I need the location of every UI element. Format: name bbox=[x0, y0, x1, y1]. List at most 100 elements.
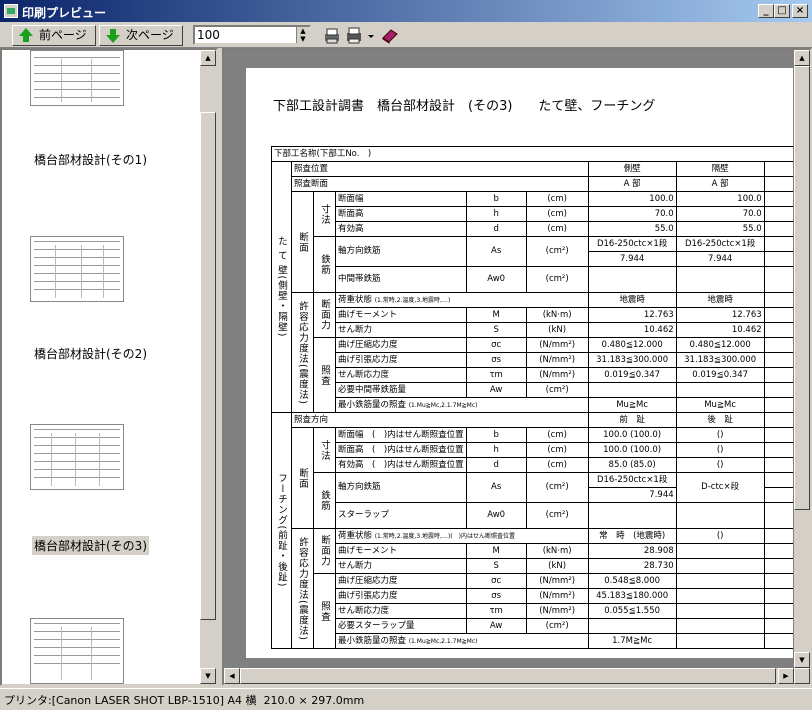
cell: () bbox=[675, 427, 765, 443]
title-bar: 印刷プレビュー _ □ × bbox=[0, 0, 812, 22]
note: (1.常時,2.温度,3.地震時,…)( )内はせん断照査位置 bbox=[374, 532, 515, 540]
symbol: M bbox=[465, 307, 527, 323]
print-setup-icon[interactable] bbox=[322, 26, 342, 45]
row-label: 有効高 bbox=[335, 221, 467, 237]
printer-icon[interactable] bbox=[344, 26, 364, 45]
cell: 7.944 bbox=[675, 251, 765, 267]
row-label: 荷重状態 bbox=[338, 294, 373, 305]
unit: (cm²) bbox=[525, 266, 589, 293]
unit: (cm) bbox=[525, 427, 589, 443]
unit: (cm²) bbox=[525, 382, 589, 398]
cell: 55.0 bbox=[675, 221, 765, 237]
cell: 0.019≦0.347 bbox=[587, 367, 677, 383]
cell: 7.944 bbox=[587, 487, 677, 503]
scroll-left-button[interactable]: ◀ bbox=[224, 668, 240, 684]
row-label: 軸方向鉄筋 bbox=[335, 472, 467, 503]
zoom-spinner[interactable]: ▲ ▼ bbox=[296, 27, 309, 43]
window-title: 印刷プレビュー bbox=[22, 6, 107, 20]
cell: D16-250ctc×1段 bbox=[587, 236, 677, 252]
group-label: 照査 bbox=[313, 573, 336, 649]
scroll-down-button[interactable]: ▼ bbox=[200, 668, 216, 684]
row-label: 最小鉄筋量の照査 bbox=[338, 635, 407, 646]
thumbnail-scrollbar[interactable]: ▲ ▼ bbox=[200, 50, 216, 684]
unit: (cm²) bbox=[525, 472, 589, 503]
preview-pane[interactable]: 下部工設計調書 橋台部材設計 (その3) たて壁、フーチング 下部工名称(下部工… bbox=[222, 48, 812, 686]
symbol: σc bbox=[465, 573, 527, 589]
thumbnail-page-2[interactable] bbox=[30, 236, 124, 302]
size-grip bbox=[794, 668, 810, 684]
group-label: 寸法 bbox=[313, 191, 336, 237]
book-icon[interactable] bbox=[380, 26, 400, 45]
group-label: 鉄筋 bbox=[313, 472, 336, 529]
cell: 100.0 (100.0) bbox=[587, 442, 677, 458]
prev-page-button[interactable]: 前ページ bbox=[12, 25, 96, 46]
thumbnail-page-0[interactable] bbox=[30, 50, 124, 106]
note: (1.Mu≧Mc,2.1.7M≧Mc) bbox=[408, 637, 478, 645]
paper-size: 210.0 × 297.0mm bbox=[263, 694, 365, 707]
cell: 28.730 bbox=[587, 558, 677, 574]
symbol: S bbox=[465, 558, 527, 574]
unit: (N/mm²) bbox=[525, 337, 589, 353]
symbol: S bbox=[465, 322, 527, 338]
thumbnail-label-3[interactable]: 橋台部材設計(その3) bbox=[32, 536, 149, 555]
scroll-up-button[interactable]: ▲ bbox=[200, 50, 216, 66]
arrow-up-icon bbox=[19, 28, 33, 36]
next-page-button[interactable]: 次ページ bbox=[99, 25, 183, 46]
symbol: σs bbox=[465, 588, 527, 604]
scroll-thumb[interactable] bbox=[200, 112, 216, 620]
group-label: 許容応力度法(震度法) bbox=[291, 528, 314, 649]
row-label: 曲げ圧縮応力度 bbox=[335, 337, 467, 353]
symbol: b bbox=[465, 427, 527, 443]
cell: 12.763 bbox=[587, 307, 677, 323]
printer-dropdown-icon[interactable] bbox=[366, 26, 376, 45]
symbol: M bbox=[465, 543, 527, 559]
printer-prefix: プリンタ: bbox=[4, 694, 52, 707]
scroll-down-button[interactable]: ▼ bbox=[794, 652, 810, 668]
row-label: 軸方向鉄筋 bbox=[335, 236, 467, 267]
scroll-thumb[interactable] bbox=[794, 66, 810, 510]
scroll-up-button[interactable]: ▲ bbox=[794, 50, 810, 66]
preview-horizontal-scrollbar[interactable]: ◀ ▶ bbox=[224, 668, 794, 684]
thumbnail-label-1[interactable]: 橋台部材設計(その1) bbox=[32, 150, 149, 169]
page-title: 下部工設計調書 橋台部材設計 (その3) たて壁、フーチング bbox=[273, 99, 656, 114]
cell: 28.908 bbox=[587, 543, 677, 559]
symbol: τm bbox=[465, 603, 527, 619]
arrow-down-icon bbox=[106, 35, 120, 43]
thumbnail-pane[interactable]: 橋台部材設計(その1) 橋台部材設計(その2) 橋台部材設計(その3) ▲ ▼ bbox=[0, 48, 218, 686]
row-label: 断面幅 bbox=[335, 191, 467, 207]
thumbnail-label-2[interactable]: 橋台部材設計(その2) bbox=[32, 344, 149, 363]
cell: 100.0 bbox=[675, 191, 765, 207]
cell: 12.763 bbox=[675, 307, 765, 323]
cell: Mu≧Mc bbox=[587, 397, 677, 413]
row-label: 有効高 ( )内はせん断照査位置 bbox=[335, 457, 467, 473]
row-label: 断面幅 ( )内はせん断照査位置 bbox=[335, 427, 467, 443]
col-header: 側壁 bbox=[587, 161, 677, 177]
h-scroll-thumb[interactable] bbox=[240, 668, 776, 684]
cell: () bbox=[675, 528, 765, 544]
minimize-button[interactable]: _ bbox=[758, 4, 774, 18]
cell: D16-250ctc×1段 bbox=[587, 472, 677, 488]
cell: () bbox=[675, 442, 765, 458]
unit: (N/mm²) bbox=[525, 573, 589, 589]
unit: (N/mm²) bbox=[525, 367, 589, 383]
zoom-input[interactable]: 100 ▲ ▼ bbox=[193, 25, 311, 45]
cell: 地震時 bbox=[587, 292, 677, 308]
symbol: σs bbox=[465, 352, 527, 368]
cell: 常 時 (地震時) bbox=[587, 528, 677, 544]
symbol: h bbox=[465, 442, 527, 458]
scroll-right-button[interactable]: ▶ bbox=[778, 668, 794, 684]
row-label: 曲げモーメント bbox=[335, 543, 467, 559]
group-label: 寸法 bbox=[313, 427, 336, 473]
thumbnail-page-4[interactable] bbox=[30, 618, 124, 684]
thumbnail-page-3[interactable] bbox=[30, 424, 124, 490]
group-label: 断面力 bbox=[313, 292, 336, 338]
close-button[interactable]: × bbox=[792, 4, 808, 18]
unit: (kN) bbox=[525, 322, 589, 338]
row-label: せん断力 bbox=[335, 558, 467, 574]
maximize-button[interactable]: □ bbox=[774, 4, 790, 18]
group-label: 断面力 bbox=[313, 528, 336, 574]
row-label: 照査方向 bbox=[291, 412, 589, 428]
preview-vertical-scrollbar[interactable]: ▲ ▼ bbox=[794, 50, 810, 684]
cell: D16-250ctc×1段 bbox=[675, 236, 765, 252]
symbol: b bbox=[465, 191, 527, 207]
